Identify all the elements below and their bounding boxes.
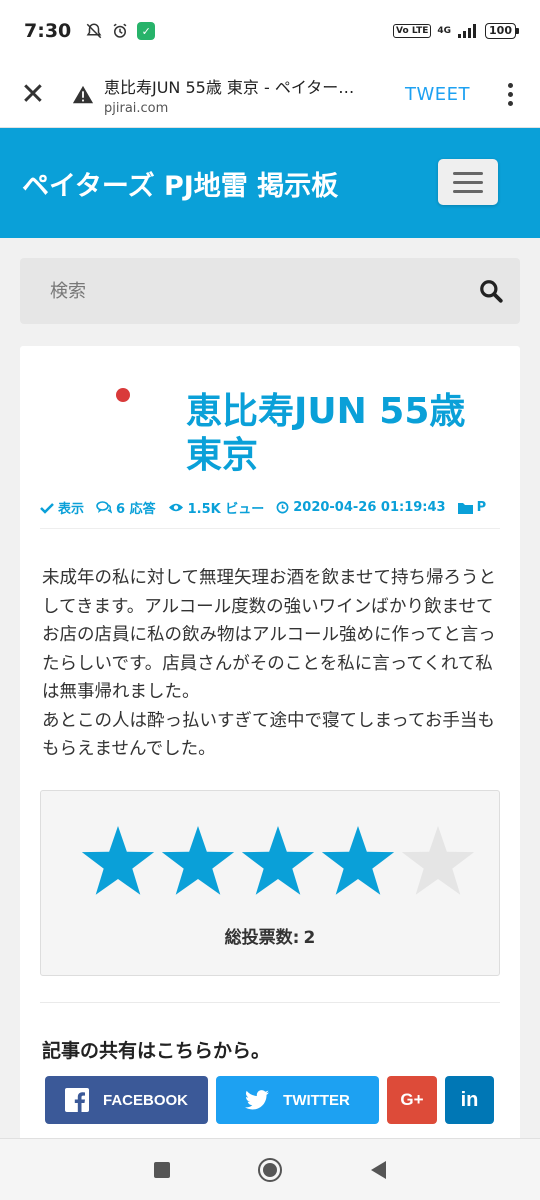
star-filled-icon[interactable] (79, 825, 157, 899)
volte-icon: Vo LTE (393, 24, 432, 38)
article-body: 未成年の私に対して無理矢理お酒を飲ませて持ち帰ろうとしてきます。アルコール度数の… (42, 568, 496, 759)
eye-icon (168, 503, 183, 512)
meta-date-label: 2020-04-26 01:19:43 (293, 500, 446, 515)
warning-icon (72, 85, 94, 103)
system-nav-bar (0, 1138, 540, 1200)
folder-icon (457, 502, 473, 514)
notification-icons: ✓ (85, 22, 156, 40)
alarm-icon (113, 23, 127, 38)
star-filled-icon[interactable] (319, 825, 397, 899)
meta-answers-label: 6 応答 (116, 502, 156, 517)
rating-widget: 総投票数: 2 (40, 790, 500, 976)
meta-status-label: 表示 (58, 502, 85, 517)
system-indicators: Vo LTE 4G 100 (393, 23, 519, 39)
status-dot (116, 388, 130, 402)
star-filled-icon[interactable] (159, 825, 237, 899)
check-icon (40, 502, 54, 514)
star-filled-icon[interactable] (239, 825, 317, 899)
signal-icon (458, 24, 477, 38)
vote-total-count: 2 (303, 928, 316, 948)
recents-icon[interactable] (154, 1161, 171, 1178)
browser-domain: pjirai.com (104, 100, 169, 116)
share-buttons: FACEBOOK TWITTER G+ in (45, 1076, 494, 1124)
vote-total: 総投票数: 2 (41, 923, 499, 948)
status-time: 7:30 (24, 20, 72, 42)
site-header: ペイターズ PJ地雷 掲示板 (0, 128, 540, 238)
shield-icon: ✓ (137, 22, 156, 40)
star-rating[interactable] (79, 825, 477, 899)
vote-total-label: 総投票数: (224, 928, 300, 948)
browser-toolbar: ✕ 恵比寿JUN 55歳 東京 - ペイター… pjirai.com TWEET (0, 62, 540, 128)
facebook-label: FACEBOOK (102, 1091, 188, 1109)
meta-category[interactable]: P (457, 500, 487, 515)
twitter-share-button[interactable]: TWITTER (216, 1076, 379, 1124)
meta-views: 1.5K ビュー (168, 498, 265, 517)
network-type: 4G (437, 26, 452, 36)
home-icon[interactable] (258, 1157, 283, 1182)
share-heading: 記事の共有はこちらから。 (42, 1040, 271, 1062)
comments-icon (96, 501, 113, 514)
battery-icon: 100 (485, 23, 519, 39)
divider (40, 1002, 500, 1003)
facebook-icon (64, 1088, 89, 1112)
star-empty-icon[interactable] (399, 825, 477, 899)
divider (40, 528, 500, 529)
close-icon[interactable]: ✕ (0, 62, 66, 128)
meta-answers[interactable]: 6 応答 (96, 498, 156, 517)
article-title: 恵比寿JUN 55歳 東京 (186, 391, 466, 476)
menu-icon[interactable] (438, 159, 498, 205)
article-card: 恵比寿JUN 55歳 東京 表示 6 応答 1.5K ビュー 2020-04-2… (20, 346, 520, 1146)
linkedin-share-button[interactable]: in (445, 1076, 494, 1124)
status-bar: 7:30 ✓ Vo LTE 4G 100 (0, 0, 540, 62)
clock-icon (276, 501, 289, 514)
tweet-button[interactable]: TWEET (405, 84, 470, 105)
back-icon[interactable] (370, 1160, 386, 1179)
meta-status: 表示 (40, 498, 84, 517)
googleplus-share-button[interactable]: G+ (387, 1076, 437, 1124)
url-block[interactable]: 恵比寿JUN 55歳 東京 - ペイター… pjirai.com (66, 74, 405, 116)
meta-date: 2020-04-26 01:19:43 (276, 500, 446, 515)
search-bar (20, 258, 520, 324)
browser-page-title: 恵比寿JUN 55歳 東京 - ペイター… (104, 77, 355, 97)
bell-off-icon (86, 23, 102, 39)
twitter-label: TWITTER (283, 1091, 350, 1109)
meta-views-label: 1.5K ビュー (187, 502, 265, 517)
more-options-icon[interactable] (498, 83, 522, 106)
site-title[interactable]: ペイターズ PJ地雷 掲示板 (22, 164, 338, 203)
search-input[interactable] (50, 280, 478, 302)
meta-category-label: P (476, 500, 487, 515)
facebook-share-button[interactable]: FACEBOOK (45, 1076, 208, 1124)
article-meta: 表示 6 応答 1.5K ビュー 2020-04-26 01:19:43 P (40, 498, 500, 517)
search-icon[interactable] (478, 278, 504, 304)
twitter-icon (245, 1090, 270, 1110)
